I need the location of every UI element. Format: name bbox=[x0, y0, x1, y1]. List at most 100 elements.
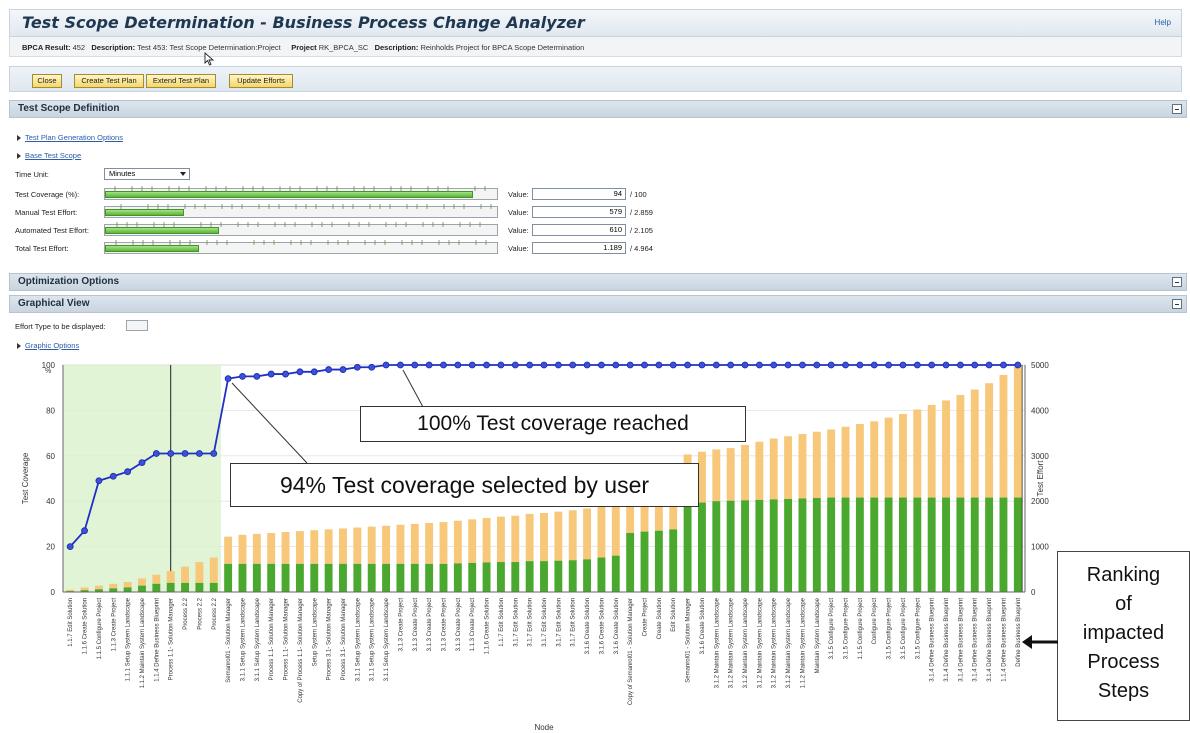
effort-slider[interactable] bbox=[104, 186, 498, 200]
selected-range-area bbox=[63, 365, 221, 592]
coverage-point bbox=[454, 361, 462, 369]
bar-manual bbox=[439, 522, 448, 564]
coverage-selected-callout: 94% Test coverage selected by user bbox=[230, 463, 699, 507]
bar-manual bbox=[913, 409, 922, 498]
effort-value-input[interactable]: 610 bbox=[532, 224, 626, 236]
collapse-icon[interactable] bbox=[1172, 277, 1182, 287]
coverage-point bbox=[526, 361, 534, 369]
x-tick-label: 3.1.6 Create Solution bbox=[599, 598, 605, 654]
coverage-point bbox=[669, 361, 677, 369]
bar-automated bbox=[870, 497, 879, 592]
effort-type-select[interactable] bbox=[126, 320, 148, 331]
graphic-options-link[interactable]: Graphic Options bbox=[17, 341, 79, 350]
x-tick-label: Configure Project bbox=[872, 598, 878, 645]
time-unit-select[interactable]: Minutes bbox=[104, 168, 190, 180]
x-tick-label: 1.1.3 Create Project bbox=[111, 598, 117, 652]
y2-tick-label: 5000 bbox=[1031, 361, 1049, 370]
bar-manual bbox=[496, 516, 505, 563]
y-axis-label: Test Coverage bbox=[21, 452, 30, 504]
coverage-point bbox=[985, 361, 993, 369]
coverage-reached-callout: 100% Test coverage reached bbox=[360, 406, 746, 442]
chevron-down-icon bbox=[180, 172, 186, 176]
slider-ticks bbox=[120, 204, 492, 209]
x-tick-label: 3.1.6 Create Solution bbox=[614, 598, 620, 654]
bar-manual bbox=[927, 404, 936, 498]
collapse-icon[interactable] bbox=[1172, 104, 1182, 114]
coverage-point bbox=[339, 366, 347, 373]
bar-manual bbox=[798, 434, 807, 499]
x-tick-label: 1.1.7 Edit Solution bbox=[68, 598, 74, 647]
x-tick-label: 3.1.6 Create Solution bbox=[585, 598, 591, 654]
coverage-point bbox=[655, 361, 663, 369]
coverage-point bbox=[425, 361, 433, 369]
x-tick-label: 1.1.3 Create Project bbox=[470, 598, 476, 652]
coverage-point bbox=[784, 361, 792, 369]
base-test-scope-link[interactable]: Base Test Scope bbox=[17, 151, 81, 160]
bar-automated bbox=[913, 497, 922, 592]
coverage-point bbox=[368, 363, 376, 371]
y-tick-label: 60 bbox=[46, 452, 55, 461]
effort-slider[interactable] bbox=[104, 240, 498, 254]
x-tick-label: Process 2.2 bbox=[183, 597, 189, 629]
help-link[interactable]: Help bbox=[1155, 18, 1171, 27]
coverage-point bbox=[81, 527, 88, 535]
optimization-options-header[interactable]: Optimization Options bbox=[9, 273, 1187, 291]
bar-manual bbox=[554, 511, 563, 561]
slider-fill bbox=[105, 227, 219, 234]
slider-ticks bbox=[116, 222, 481, 227]
x-tick-label: 1.1.4 Define Business Blueprint bbox=[1001, 598, 1007, 682]
section-title: Optimization Options bbox=[18, 276, 120, 287]
bar-automated bbox=[611, 555, 620, 592]
bar-manual bbox=[884, 417, 893, 498]
test-scope-definition-header[interactable]: Test Scope Definition bbox=[9, 100, 1187, 118]
y-tick-label: 80 bbox=[46, 406, 55, 415]
project-description-value: Reinholds Project for BPCA Scope Determi… bbox=[420, 43, 585, 52]
effort-slider[interactable] bbox=[104, 222, 498, 236]
bar-automated bbox=[597, 557, 606, 592]
effort-type-label: Effort Type to be displayed: bbox=[15, 322, 106, 331]
close-button[interactable]: Close bbox=[32, 74, 62, 88]
description-value: Test 453: Test Scope Determination:Proje… bbox=[137, 43, 281, 52]
coverage-point bbox=[1000, 361, 1007, 369]
bar-manual bbox=[956, 394, 965, 498]
slider-fill bbox=[105, 245, 199, 252]
bar-manual bbox=[267, 532, 276, 564]
effort-value-input[interactable]: 94 bbox=[532, 188, 626, 200]
effort-slider[interactable] bbox=[104, 204, 498, 218]
collapse-icon[interactable] bbox=[1172, 299, 1182, 309]
coverage-point bbox=[885, 361, 892, 369]
create-test-plan-button[interactable]: Create Test Plan bbox=[74, 74, 144, 88]
coverage-point bbox=[152, 450, 160, 457]
graphical-view-header[interactable]: Graphical View bbox=[9, 295, 1187, 313]
update-efforts-button[interactable]: Update Efforts bbox=[229, 74, 293, 88]
bar-automated bbox=[884, 497, 893, 592]
result-info-bar: BPCA Result: 452 Description: Test 453: … bbox=[9, 37, 1182, 57]
bar-automated bbox=[252, 563, 261, 592]
coverage-point bbox=[856, 361, 864, 369]
bar-manual bbox=[66, 589, 75, 592]
coverage-point bbox=[325, 366, 333, 373]
effort-max-value: / 4.964 bbox=[630, 244, 653, 253]
bar-manual bbox=[784, 436, 793, 499]
bar-automated bbox=[453, 563, 462, 592]
bar-manual bbox=[152, 574, 161, 584]
bar-manual bbox=[209, 557, 218, 583]
test-plan-generation-options-link[interactable]: Test Plan Generation Options bbox=[17, 133, 123, 142]
y-tick-label: 40 bbox=[46, 497, 55, 506]
y2-tick-label: 1000 bbox=[1031, 543, 1049, 552]
coverage-point bbox=[741, 361, 749, 369]
coverage-point bbox=[612, 361, 620, 369]
x-tick-label: 3.1.5 Configure Project bbox=[829, 598, 835, 660]
coverage-point bbox=[310, 368, 318, 376]
bar-automated bbox=[841, 497, 850, 592]
coverage-point bbox=[468, 361, 476, 369]
slider-fill bbox=[105, 209, 185, 216]
effort-value-input[interactable]: 1.189 bbox=[532, 242, 626, 254]
effort-value-input[interactable]: 579 bbox=[532, 206, 626, 218]
extend-test-plan-button[interactable]: Extend Test Plan bbox=[146, 74, 216, 88]
bar-automated bbox=[511, 562, 520, 592]
bar-automated bbox=[827, 497, 836, 592]
action-toolbar: Close Create Test Plan Extend Test Plan … bbox=[9, 66, 1182, 92]
bar-automated bbox=[1013, 497, 1022, 592]
x-tick-label: 3.1.2 Maintain System Landscape bbox=[743, 597, 749, 688]
